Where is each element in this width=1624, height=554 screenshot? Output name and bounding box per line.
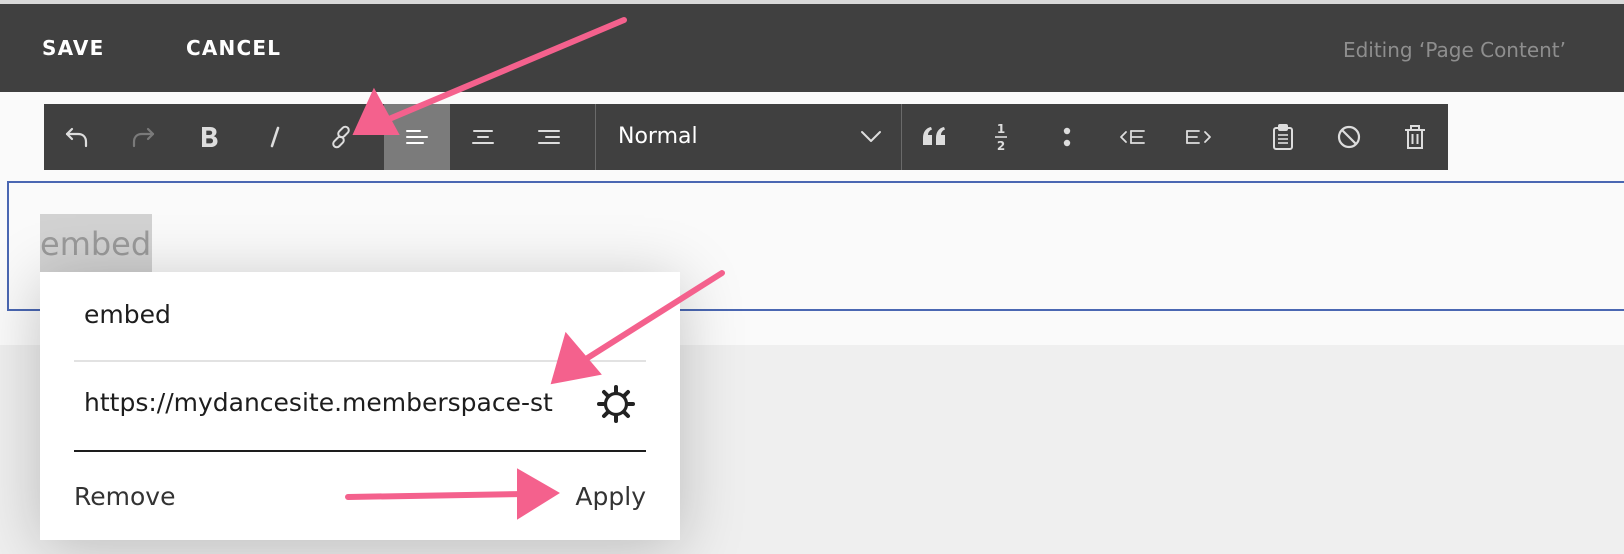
bold-icon — [202, 127, 218, 147]
align-right-icon — [538, 130, 560, 144]
align-right-button[interactable] — [516, 104, 582, 170]
delete-icon — [1405, 125, 1425, 149]
blockquote-button[interactable] — [902, 104, 968, 170]
outdent-icon — [1120, 130, 1145, 144]
apply-link-button[interactable]: Apply — [575, 482, 646, 511]
clear-format-button[interactable] — [1316, 104, 1382, 170]
url-underline — [74, 450, 646, 452]
paste-icon — [1273, 124, 1293, 150]
format-dropdown[interactable]: Normal — [596, 104, 900, 170]
italic-icon — [270, 126, 280, 148]
outdent-button[interactable] — [1100, 104, 1166, 170]
align-left-icon — [406, 130, 428, 144]
clear-format-icon — [1337, 125, 1361, 149]
redo-icon — [132, 127, 155, 148]
bulleted-list-button[interactable] — [1034, 104, 1100, 170]
redo-button[interactable] — [110, 104, 176, 170]
undo-button[interactable] — [44, 104, 110, 170]
top-bar: SAVE CANCEL Editing ‘Page Content’ — [0, 0, 1624, 92]
save-button[interactable]: SAVE — [42, 36, 104, 60]
indent-button[interactable] — [1166, 104, 1232, 170]
bold-button[interactable] — [176, 104, 242, 170]
ordered-list-glyph-top: 1 — [997, 122, 1005, 136]
editing-status: Editing ‘Page Content’ — [1342, 38, 1566, 62]
link-icon — [332, 125, 350, 149]
chevron-down-icon — [861, 131, 881, 142]
paste-button[interactable] — [1250, 104, 1316, 170]
align-center-icon — [472, 130, 494, 144]
ordered-list-button[interactable]: 1 2 — [968, 104, 1034, 170]
link-button[interactable] — [308, 104, 374, 170]
link-text-field[interactable]: embed — [84, 300, 171, 329]
blockquote-icon — [923, 127, 945, 145]
link-url-input[interactable] — [84, 388, 584, 417]
indent-icon — [1186, 130, 1211, 144]
undo-icon — [65, 127, 88, 148]
italic-button[interactable] — [242, 104, 308, 170]
selected-text[interactable]: embed — [40, 224, 151, 264]
link-settings-button[interactable] — [596, 384, 636, 424]
bulleted-list-icon — [1063, 127, 1071, 147]
link-popup-divider — [74, 360, 646, 362]
remove-link-button[interactable]: Remove — [74, 482, 175, 511]
ordered-list-glyph-bottom: 2 — [997, 139, 1005, 153]
gear-icon — [597, 385, 635, 423]
align-left-button[interactable] — [384, 104, 450, 170]
link-popup: embed Remove Apply — [40, 272, 680, 540]
ordered-list-icon: 1 2 — [995, 122, 1007, 153]
formatting-toolbar: Normal 1 2 — [44, 104, 1448, 170]
cancel-button[interactable]: CANCEL — [186, 36, 281, 60]
align-center-button[interactable] — [450, 104, 516, 170]
format-dropdown-value: Normal — [618, 124, 698, 149]
delete-button[interactable] — [1382, 104, 1448, 170]
